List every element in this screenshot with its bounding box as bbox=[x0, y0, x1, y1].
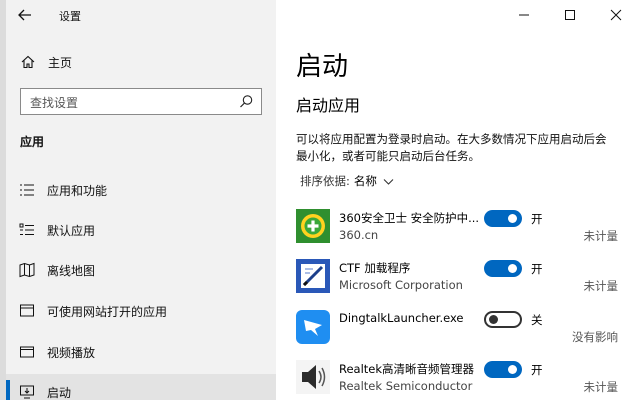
toggle-state-label: 开 bbox=[531, 262, 543, 276]
sidebar-item-apps-for-websites[interactable]: 可使用网站打开的应用 bbox=[6, 293, 276, 329]
startup-toggle[interactable] bbox=[484, 260, 522, 277]
sidebar-item-apps-features[interactable]: 应用和功能 bbox=[6, 172, 276, 208]
section-subtitle: 启动应用 bbox=[296, 96, 361, 115]
search-icon[interactable] bbox=[239, 94, 254, 109]
startup-impact: 未计量 bbox=[583, 279, 619, 293]
home-icon bbox=[21, 55, 35, 69]
startup-app-row: DingtalkLauncher.exe 关 没有影响 bbox=[296, 309, 626, 357]
sidebar-item-label: 启动 bbox=[47, 386, 72, 400]
sidebar-item-label: 默认应用 bbox=[47, 224, 96, 238]
sidebar-item-startup[interactable]: 启动 bbox=[6, 374, 276, 400]
sort-value: 名称 bbox=[353, 174, 377, 188]
page-title: 启动 bbox=[296, 52, 349, 82]
sidebar-item-default-apps[interactable]: 默认应用 bbox=[6, 212, 276, 248]
apps-for-websites-icon bbox=[20, 304, 34, 317]
video-playback-icon bbox=[20, 346, 34, 358]
360-safe-icon bbox=[296, 209, 330, 243]
sidebar-item-label: 离线地图 bbox=[47, 264, 96, 278]
startup-app-row: CTF 加载程序 Microsoft Corporation 开 未计量 bbox=[296, 258, 626, 306]
toggle-state-label: 开 bbox=[531, 212, 543, 226]
startup-icon bbox=[20, 385, 34, 399]
toggle-knob bbox=[508, 214, 517, 223]
close-icon bbox=[610, 9, 622, 21]
back-arrow-icon bbox=[18, 9, 31, 21]
app-publisher: Microsoft Corporation bbox=[339, 278, 463, 292]
startup-impact: 未计量 bbox=[583, 380, 619, 394]
offline-maps-icon bbox=[19, 262, 35, 278]
dingtalk-icon bbox=[296, 310, 330, 344]
realtek-audio-icon bbox=[296, 360, 330, 394]
minimize-icon bbox=[519, 14, 529, 16]
startup-app-row: 360安全卫士 安全防护中... 360.cn 开 未计量 bbox=[296, 208, 626, 256]
description-text: 可以将应用配置为登录时启动。在大多数情况下应用启动后会最小化，或者可能只启动后台… bbox=[296, 132, 607, 163]
sidebar-item-label: 应用和功能 bbox=[47, 184, 108, 198]
back-button[interactable] bbox=[16, 6, 36, 24]
sort-dropdown[interactable]: 排序依据: 名称 bbox=[300, 173, 394, 189]
sidebar-item-offline-maps[interactable]: 离线地图 bbox=[6, 252, 276, 288]
sidebar-item-video-playback[interactable]: 视频播放 bbox=[6, 334, 276, 370]
search-input[interactable]: 查找设置 bbox=[20, 88, 262, 115]
navigation-pane: 设置 主页 查找设置 应用 应用和功能 默认应用 离线地图 可使用网站打开的应用… bbox=[0, 0, 276, 400]
sidebar-item-label: 可使用网站打开的应用 bbox=[47, 305, 168, 319]
app-name: 360安全卫士 安全防护中... bbox=[339, 211, 480, 225]
section-title: 应用 bbox=[20, 135, 45, 149]
startup-app-row: Realtek高清晰音频管理器 Realtek Semiconductor 开 … bbox=[296, 359, 626, 400]
app-name: DingtalkLauncher.exe bbox=[339, 311, 464, 325]
close-button[interactable] bbox=[593, 0, 639, 30]
ctf-loader-icon bbox=[296, 259, 330, 293]
search-placeholder: 查找设置 bbox=[30, 96, 79, 110]
maximize-icon bbox=[565, 10, 575, 20]
toggle-knob bbox=[508, 365, 517, 374]
title-bar: 设置 bbox=[0, 0, 276, 30]
startup-toggle[interactable] bbox=[484, 361, 522, 378]
nav-home[interactable]: 主页 bbox=[6, 48, 276, 76]
toggle-state-label: 关 bbox=[531, 313, 543, 327]
toggle-knob bbox=[508, 264, 517, 273]
startup-toggle[interactable] bbox=[484, 210, 522, 227]
maximize-button[interactable] bbox=[547, 0, 593, 30]
startup-toggle[interactable] bbox=[484, 311, 522, 328]
toggle-state-label: 开 bbox=[531, 363, 543, 377]
app-name: CTF 加载程序 bbox=[339, 261, 411, 275]
app-title: 设置 bbox=[59, 10, 81, 23]
nav-home-label: 主页 bbox=[48, 56, 73, 70]
selection-indicator bbox=[6, 380, 10, 400]
chevron-down-icon bbox=[383, 178, 394, 185]
startup-impact: 没有影响 bbox=[572, 330, 618, 344]
app-publisher: Realtek Semiconductor bbox=[339, 379, 473, 393]
sort-label: 排序依据: bbox=[300, 174, 350, 188]
window-controls bbox=[501, 0, 641, 30]
app-name: Realtek高清晰音频管理器 bbox=[339, 362, 475, 376]
minimize-button[interactable] bbox=[501, 0, 547, 30]
startup-impact: 未计量 bbox=[583, 229, 619, 243]
sidebar-item-label: 视频播放 bbox=[47, 346, 96, 360]
app-publisher: 360.cn bbox=[339, 228, 379, 242]
toggle-knob bbox=[489, 315, 498, 324]
apps-features-icon bbox=[20, 184, 34, 196]
default-apps-icon bbox=[19, 223, 34, 236]
